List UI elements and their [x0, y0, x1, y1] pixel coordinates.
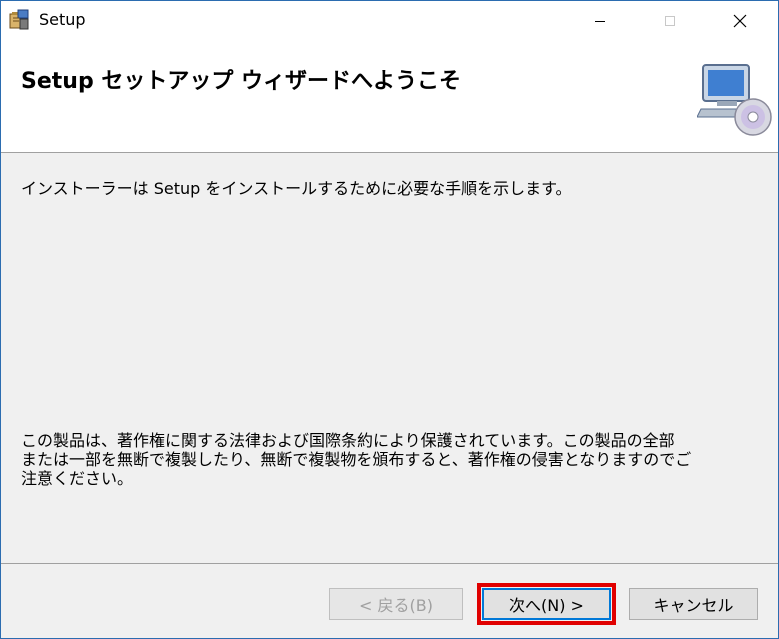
copyright-line: または一部を無断で複製したり、無断で複製物を頒布すると、著作権の侵害となりますの… — [21, 450, 692, 469]
intro-text: インストーラーは Setup をインストールするために必要な手順を示します。 — [21, 179, 572, 198]
installer-app-icon — [9, 9, 29, 30]
window-title: Setup — [39, 10, 86, 29]
wizard-header: Setup セットアップ ウィザードへようこそ — [1, 41, 778, 153]
close-icon — [733, 14, 747, 28]
close-button[interactable] — [717, 1, 763, 41]
back-button[interactable]: < 戻る(B) — [329, 588, 463, 620]
maximize-button[interactable] — [647, 1, 693, 41]
setup-window: Setup Setup セットアップ ウィザードへようこそ インストーラーは S… — [0, 0, 779, 639]
wizard-footer: < 戻る(B) 次へ(N) > キャンセル — [1, 563, 778, 638]
page-title: Setup セットアップ ウィザードへようこそ — [21, 69, 462, 94]
title-bar[interactable]: Setup — [1, 1, 778, 41]
next-button-highlight — [477, 583, 616, 625]
copyright-line: この製品は、著作権に関する法律および国際条約により保護されています。この製品の全… — [21, 431, 675, 450]
minimize-icon — [595, 21, 605, 22]
computer-cd-icon — [697, 64, 772, 136]
wizard-content: インストーラーは Setup をインストールするために必要な手順を示します。 こ… — [1, 153, 778, 563]
copyright-line: 注意ください。 — [21, 469, 134, 488]
maximize-icon — [665, 16, 675, 26]
copyright-notice: この製品は、著作権に関する法律および国際条約により保護されています。この製品の全… — [21, 431, 771, 488]
minimize-button[interactable] — [577, 1, 623, 41]
cancel-button[interactable]: キャンセル — [629, 588, 758, 620]
